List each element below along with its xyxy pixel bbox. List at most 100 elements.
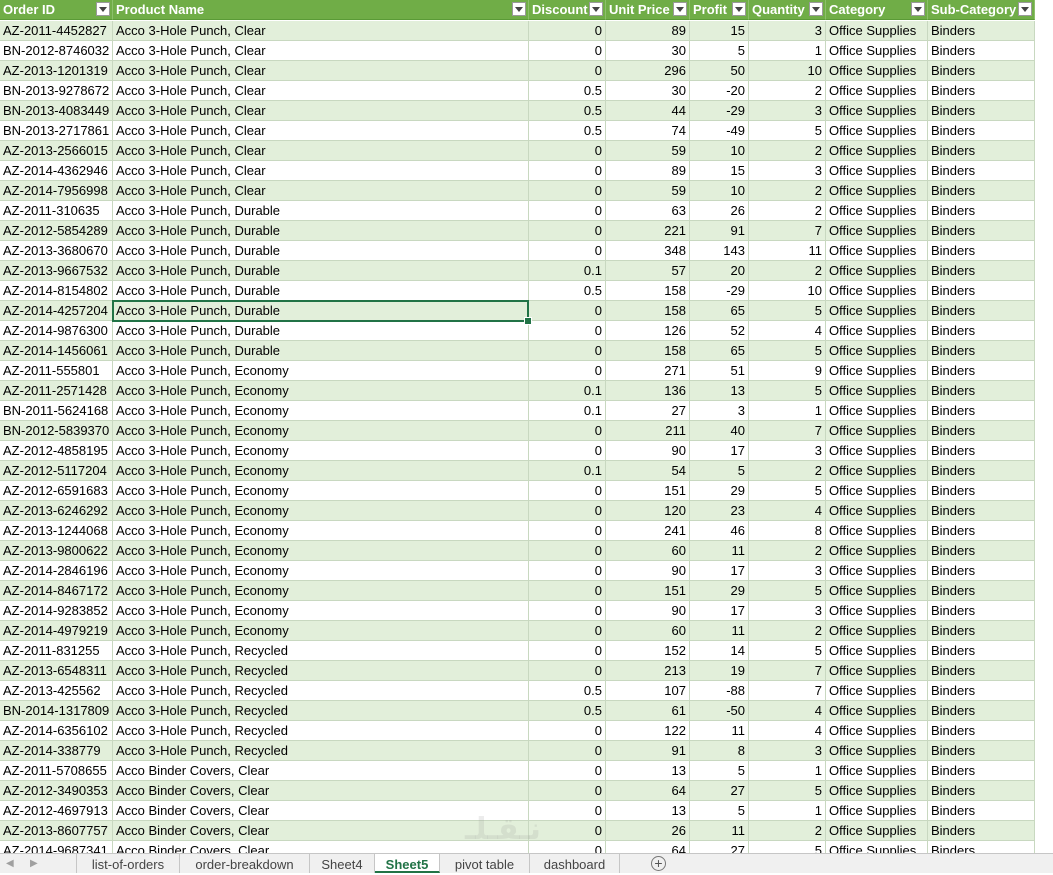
cell-unit-price[interactable]: 60 bbox=[606, 621, 690, 641]
cell-profit[interactable]: 11 bbox=[690, 821, 749, 841]
cell-product-name[interactable]: Acco 3-Hole Punch, Clear bbox=[113, 81, 529, 101]
cell-category[interactable]: Office Supplies bbox=[826, 281, 928, 301]
cell-product-name[interactable]: Acco 3-Hole Punch, Durable bbox=[113, 281, 529, 301]
cell-unit-price[interactable]: 60 bbox=[606, 541, 690, 561]
cell-quantity[interactable]: 7 bbox=[749, 661, 826, 681]
cell-product-name[interactable]: Acco 3-Hole Punch, Durable bbox=[113, 241, 529, 261]
column-header-unit-price[interactable]: Unit Price bbox=[606, 0, 690, 20]
cell-discount[interactable]: 0.5 bbox=[529, 681, 606, 701]
cell-order-id[interactable]: AZ-2013-2566015 bbox=[0, 141, 113, 161]
cell-product-name[interactable]: Acco Binder Covers, Clear bbox=[113, 801, 529, 821]
cell-sub-category[interactable]: Binders bbox=[928, 221, 1035, 241]
cell-quantity[interactable]: 5 bbox=[749, 641, 826, 661]
cell-category[interactable]: Office Supplies bbox=[826, 821, 928, 841]
column-header-discount[interactable]: Discount bbox=[529, 0, 606, 20]
cell-sub-category[interactable]: Binders bbox=[928, 281, 1035, 301]
cell-category[interactable]: Office Supplies bbox=[826, 81, 928, 101]
column-header-product-name[interactable]: Product Name bbox=[113, 0, 529, 20]
cell-category[interactable]: Office Supplies bbox=[826, 261, 928, 281]
cell-sub-category[interactable]: Binders bbox=[928, 261, 1035, 281]
cell-quantity[interactable]: 1 bbox=[749, 801, 826, 821]
cell-category[interactable]: Office Supplies bbox=[826, 221, 928, 241]
cell-discount[interactable]: 0 bbox=[529, 821, 606, 841]
column-header-profit[interactable]: Profit bbox=[690, 0, 749, 20]
cell-order-id[interactable]: BN-2013-4083449 bbox=[0, 101, 113, 121]
cell-category[interactable]: Office Supplies bbox=[826, 701, 928, 721]
cell-order-id[interactable]: AZ-2014-9283852 bbox=[0, 601, 113, 621]
cell-unit-price[interactable]: 90 bbox=[606, 441, 690, 461]
cell-unit-price[interactable]: 122 bbox=[606, 721, 690, 741]
cell-profit[interactable]: -29 bbox=[690, 281, 749, 301]
cell-order-id[interactable]: BN-2012-5839370 bbox=[0, 421, 113, 441]
cell-unit-price[interactable]: 89 bbox=[606, 161, 690, 181]
cell-unit-price[interactable]: 57 bbox=[606, 261, 690, 281]
cell-sub-category[interactable]: Binders bbox=[928, 681, 1035, 701]
cell-discount[interactable]: 0.5 bbox=[529, 81, 606, 101]
cell-profit[interactable]: 11 bbox=[690, 621, 749, 641]
cell-category[interactable]: Office Supplies bbox=[826, 761, 928, 781]
cell-profit[interactable]: 11 bbox=[690, 541, 749, 561]
cell-unit-price[interactable]: 13 bbox=[606, 801, 690, 821]
cell-quantity[interactable]: 2 bbox=[749, 81, 826, 101]
cell-profit[interactable]: 51 bbox=[690, 361, 749, 381]
cell-product-name[interactable]: Acco 3-Hole Punch, Clear bbox=[113, 61, 529, 81]
cell-category[interactable]: Office Supplies bbox=[826, 301, 928, 321]
cell-profit[interactable]: 27 bbox=[690, 781, 749, 801]
cell-profit[interactable]: 10 bbox=[690, 181, 749, 201]
cell-unit-price[interactable]: 59 bbox=[606, 141, 690, 161]
cell-discount[interactable]: 0 bbox=[529, 301, 606, 321]
cell-discount[interactable]: 0 bbox=[529, 561, 606, 581]
cell-order-id[interactable]: AZ-2014-338779 bbox=[0, 741, 113, 761]
cell-sub-category[interactable]: Binders bbox=[928, 421, 1035, 441]
cell-quantity[interactable]: 10 bbox=[749, 61, 826, 81]
cell-order-id[interactable]: AZ-2014-4979219 bbox=[0, 621, 113, 641]
cell-product-name[interactable]: Acco Binder Covers, Clear bbox=[113, 781, 529, 801]
cell-unit-price[interactable]: 61 bbox=[606, 701, 690, 721]
cell-category[interactable]: Office Supplies bbox=[826, 21, 928, 41]
cell-order-id[interactable]: AZ-2013-8607757 bbox=[0, 821, 113, 841]
cell-unit-price[interactable]: 54 bbox=[606, 461, 690, 481]
cell-order-id[interactable]: AZ-2011-4452827 bbox=[0, 21, 113, 41]
cell-product-name[interactable]: Acco 3-Hole Punch, Economy bbox=[113, 521, 529, 541]
cell-order-id[interactable]: AZ-2013-1244068 bbox=[0, 521, 113, 541]
cell-profit[interactable]: -88 bbox=[690, 681, 749, 701]
cell-category[interactable]: Office Supplies bbox=[826, 321, 928, 341]
cell-category[interactable]: Office Supplies bbox=[826, 801, 928, 821]
cell-product-name[interactable]: Acco 3-Hole Punch, Durable bbox=[113, 301, 529, 321]
cell-category[interactable]: Office Supplies bbox=[826, 741, 928, 761]
cell-discount[interactable]: 0 bbox=[529, 321, 606, 341]
cell-unit-price[interactable]: 90 bbox=[606, 601, 690, 621]
cell-profit[interactable]: -49 bbox=[690, 121, 749, 141]
cell-product-name[interactable]: Acco Binder Covers, Clear bbox=[113, 761, 529, 781]
cell-unit-price[interactable]: 221 bbox=[606, 221, 690, 241]
cell-profit[interactable]: 13 bbox=[690, 381, 749, 401]
cell-product-name[interactable]: Acco 3-Hole Punch, Economy bbox=[113, 581, 529, 601]
cell-order-id[interactable]: AZ-2011-5708655 bbox=[0, 761, 113, 781]
cell-quantity[interactable]: 4 bbox=[749, 701, 826, 721]
cell-order-id[interactable]: AZ-2011-2571428 bbox=[0, 381, 113, 401]
cell-unit-price[interactable]: 158 bbox=[606, 281, 690, 301]
cell-order-id[interactable]: AZ-2014-9876300 bbox=[0, 321, 113, 341]
column-header-category[interactable]: Category bbox=[826, 0, 928, 20]
cell-category[interactable]: Office Supplies bbox=[826, 781, 928, 801]
cell-unit-price[interactable]: 30 bbox=[606, 81, 690, 101]
cell-discount[interactable]: 0 bbox=[529, 781, 606, 801]
cell-quantity[interactable]: 1 bbox=[749, 401, 826, 421]
cell-sub-category[interactable]: Binders bbox=[928, 81, 1035, 101]
cell-profit[interactable]: 91 bbox=[690, 221, 749, 241]
cell-product-name[interactable]: Acco 3-Hole Punch, Recycled bbox=[113, 641, 529, 661]
cell-quantity[interactable]: 2 bbox=[749, 201, 826, 221]
cell-profit[interactable]: 15 bbox=[690, 161, 749, 181]
cell-category[interactable]: Office Supplies bbox=[826, 641, 928, 661]
cell-category[interactable]: Office Supplies bbox=[826, 661, 928, 681]
cell-quantity[interactable]: 4 bbox=[749, 501, 826, 521]
cell-profit[interactable]: 52 bbox=[690, 321, 749, 341]
prev-sheet-icon[interactable]: ◀ bbox=[6, 854, 14, 873]
cell-unit-price[interactable]: 27 bbox=[606, 401, 690, 421]
cell-order-id[interactable]: AZ-2013-9800622 bbox=[0, 541, 113, 561]
cell-quantity[interactable]: 5 bbox=[749, 781, 826, 801]
cell-quantity[interactable]: 1 bbox=[749, 761, 826, 781]
cell-unit-price[interactable]: 151 bbox=[606, 581, 690, 601]
cell-sub-category[interactable]: Binders bbox=[928, 181, 1035, 201]
cell-discount[interactable]: 0 bbox=[529, 641, 606, 661]
